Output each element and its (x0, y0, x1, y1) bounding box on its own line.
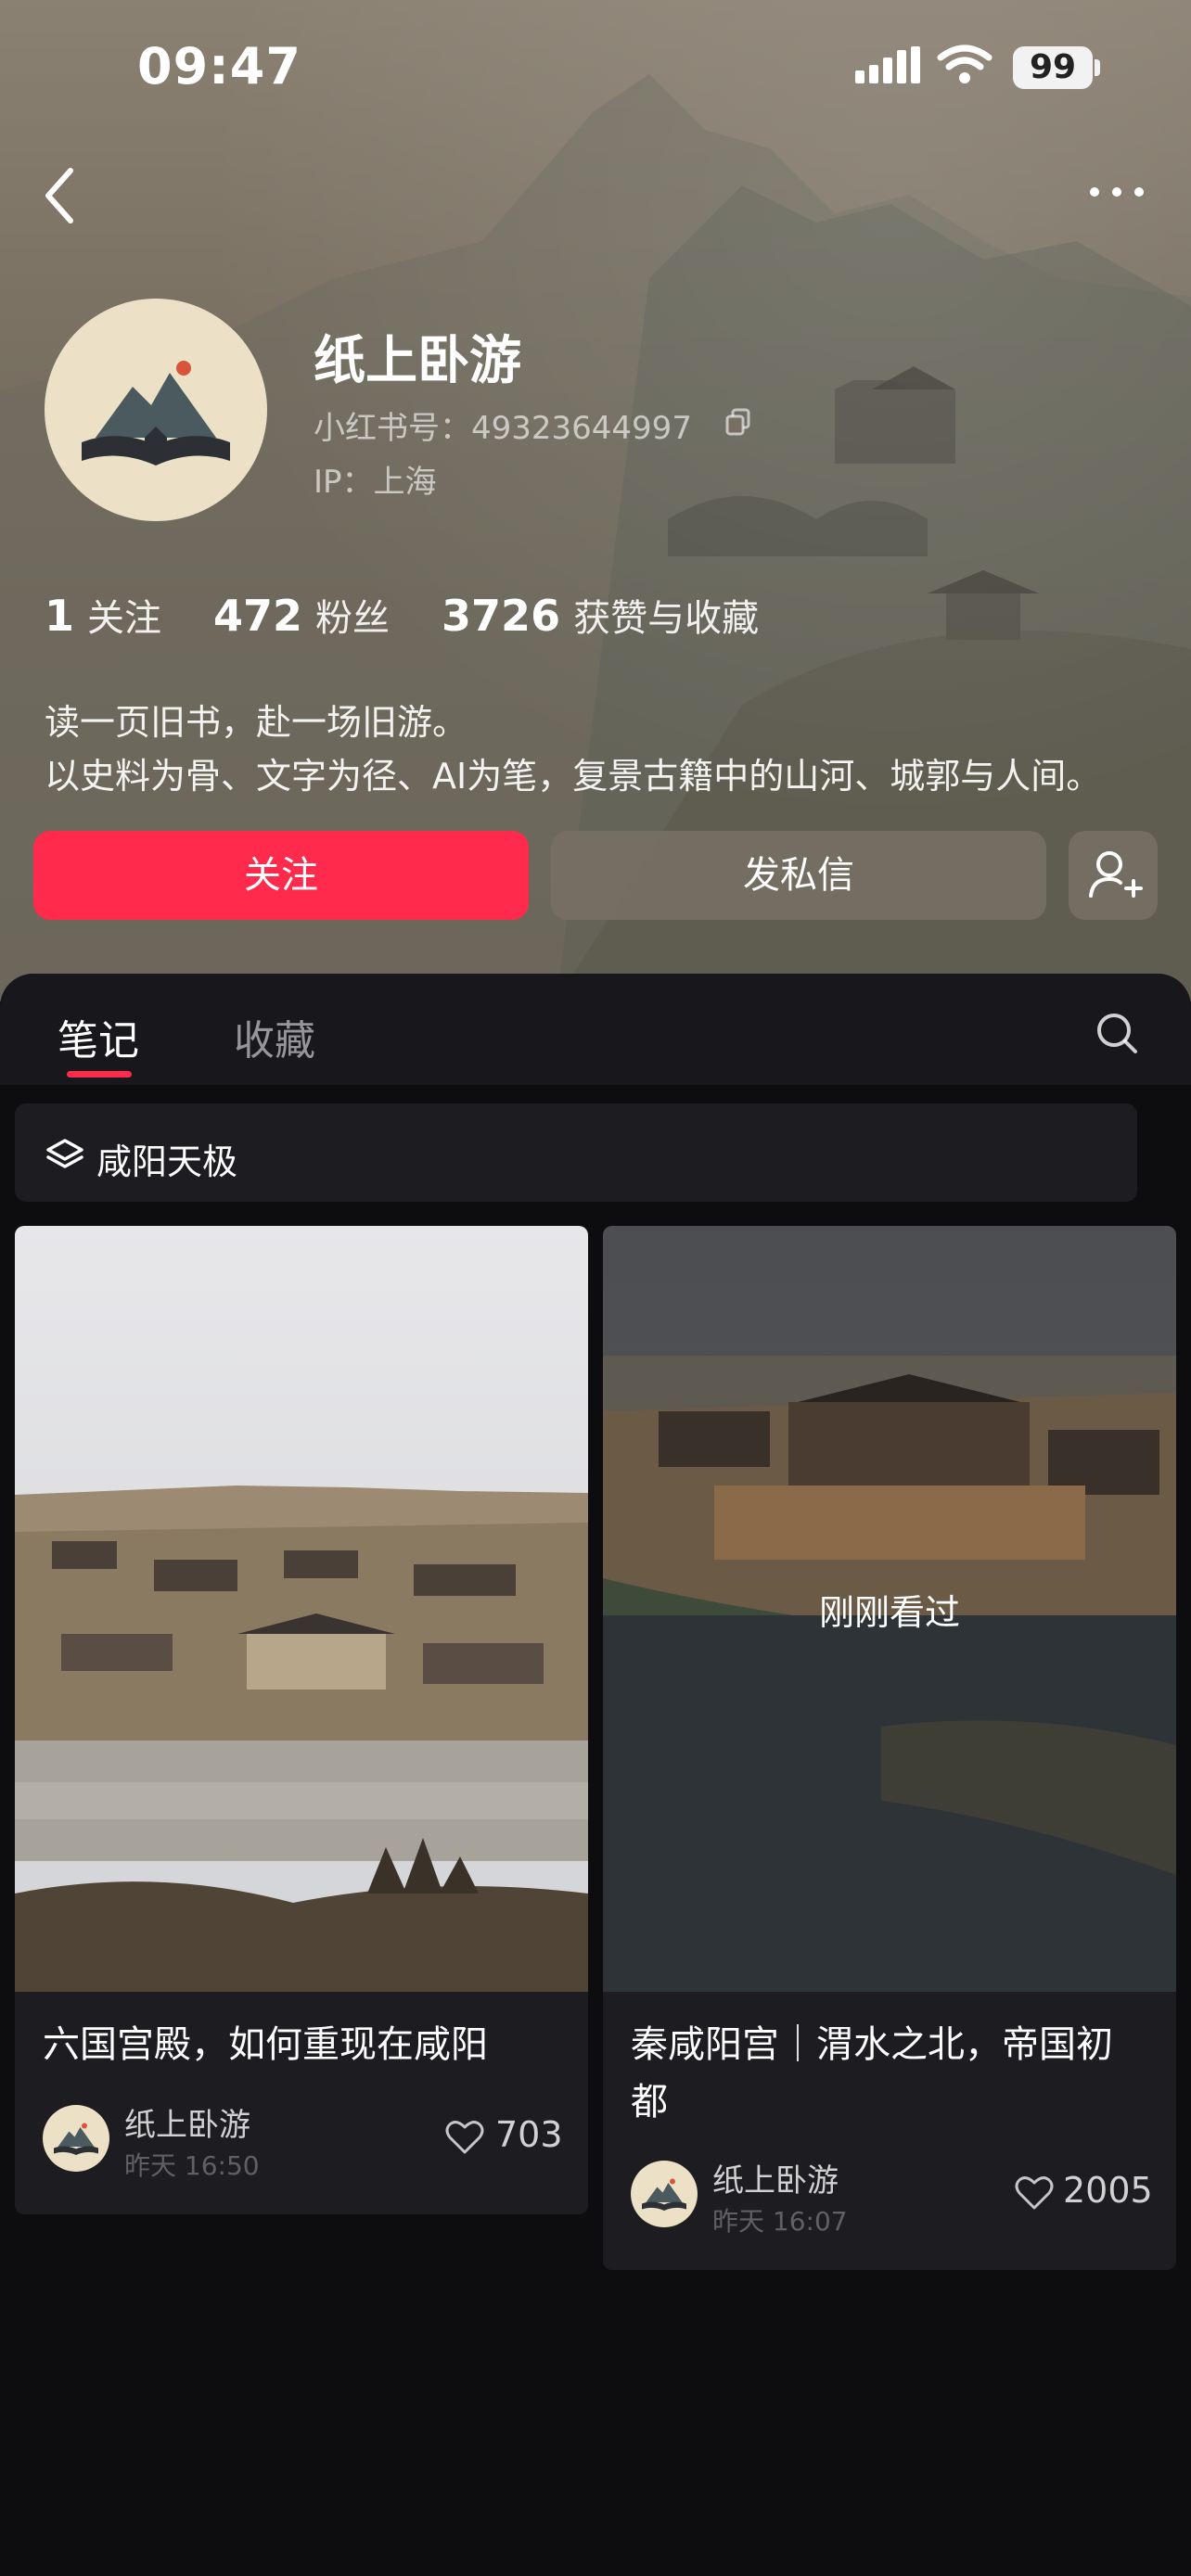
bio-line: 读一页旧书，赴一场旧游。 (45, 702, 468, 743)
stat-label: 粉丝 (315, 597, 391, 640)
active-tab-indicator (67, 1071, 132, 1078)
stat-number: 3726 (442, 591, 561, 641)
author-avatar[interactable] (43, 2105, 109, 2172)
like-count: 703 (495, 2114, 563, 2155)
back-arrow-icon[interactable] (37, 163, 89, 228)
layers-icon (46, 1139, 83, 1168)
status-time: 09:47 (137, 37, 301, 96)
bio-line: 以史料为骨、文字为径、AI为笔，复景古籍中的山河、城郭与人间。 (45, 756, 1102, 797)
message-button[interactable]: 发私信 (551, 831, 1046, 920)
battery-tip (1095, 59, 1100, 76)
stat-number: 1 (45, 591, 75, 641)
like-count: 2005 (1063, 2170, 1153, 2211)
battery-indicator: 99 (1013, 46, 1093, 89)
stat-likes-collects[interactable]: 3726 获赞与收藏 (442, 588, 759, 642)
profile-avatar[interactable] (45, 299, 267, 521)
more-dots-icon[interactable] (1083, 176, 1158, 208)
stat-followers[interactable]: 472 粉丝 (213, 588, 390, 642)
profile-stats: 1 关注 472 粉丝 3726 获赞与收藏 (45, 588, 811, 642)
cellular-signal-icon (855, 46, 920, 83)
heart-icon[interactable] (1015, 2175, 1054, 2211)
ip-location: IP：上海 (314, 464, 437, 501)
red-id: 小红书号：49323644997 (314, 410, 692, 447)
tab-notes[interactable]: 笔记 (58, 1007, 139, 1066)
note-cover-image (15, 1226, 588, 1992)
tab-collect[interactable]: 收藏 (234, 1007, 315, 1066)
add-friend-button[interactable] (1069, 831, 1158, 920)
profile-name: 纸上卧游 (314, 331, 521, 391)
add-user-icon (1089, 851, 1143, 898)
note-title-line: 秦咸阳宫｜渭水之北，帝国初 (631, 2023, 1113, 2066)
wifi-icon (937, 45, 992, 83)
post-date: 昨天 16:50 (124, 2150, 260, 2181)
note-title: 六国宫殿，如何重现在咸阳 (43, 2023, 488, 2066)
book-mountain-logo (82, 361, 230, 465)
follow-button[interactable]: 关注 (33, 831, 529, 920)
note-card[interactable]: 六国宫殿，如何重现在咸阳 纸上卧游 昨天 16:50 703 (15, 1226, 588, 2214)
book-mountain-logo (54, 2123, 98, 2155)
stat-number: 472 (213, 591, 303, 641)
stat-following[interactable]: 1 关注 (45, 588, 161, 642)
author-avatar[interactable] (631, 2161, 698, 2227)
copy-icon[interactable] (725, 408, 751, 436)
collection-label: 咸阳天极 (96, 1141, 238, 1182)
heart-icon[interactable] (445, 2120, 484, 2155)
note-title-line: 都 (631, 2081, 668, 2123)
stat-label: 关注 (87, 597, 162, 640)
tab-bar (0, 974, 1191, 1085)
search-icon[interactable] (1095, 1011, 1141, 1057)
book-mountain-logo (642, 2178, 686, 2211)
stat-label: 获赞与收藏 (573, 597, 760, 640)
post-date: 昨天 16:07 (712, 2206, 848, 2237)
recently-viewed-label: 刚刚看过 (818, 1592, 960, 1633)
author-name[interactable]: 纸上卧游 (712, 2155, 839, 2200)
note-card[interactable]: 刚刚看过 秦咸阳宫｜渭水之北，帝国初 都 纸上卧游 昨天 16:07 2005 (603, 1226, 1176, 2270)
author-name[interactable]: 纸上卧游 (124, 2099, 250, 2145)
